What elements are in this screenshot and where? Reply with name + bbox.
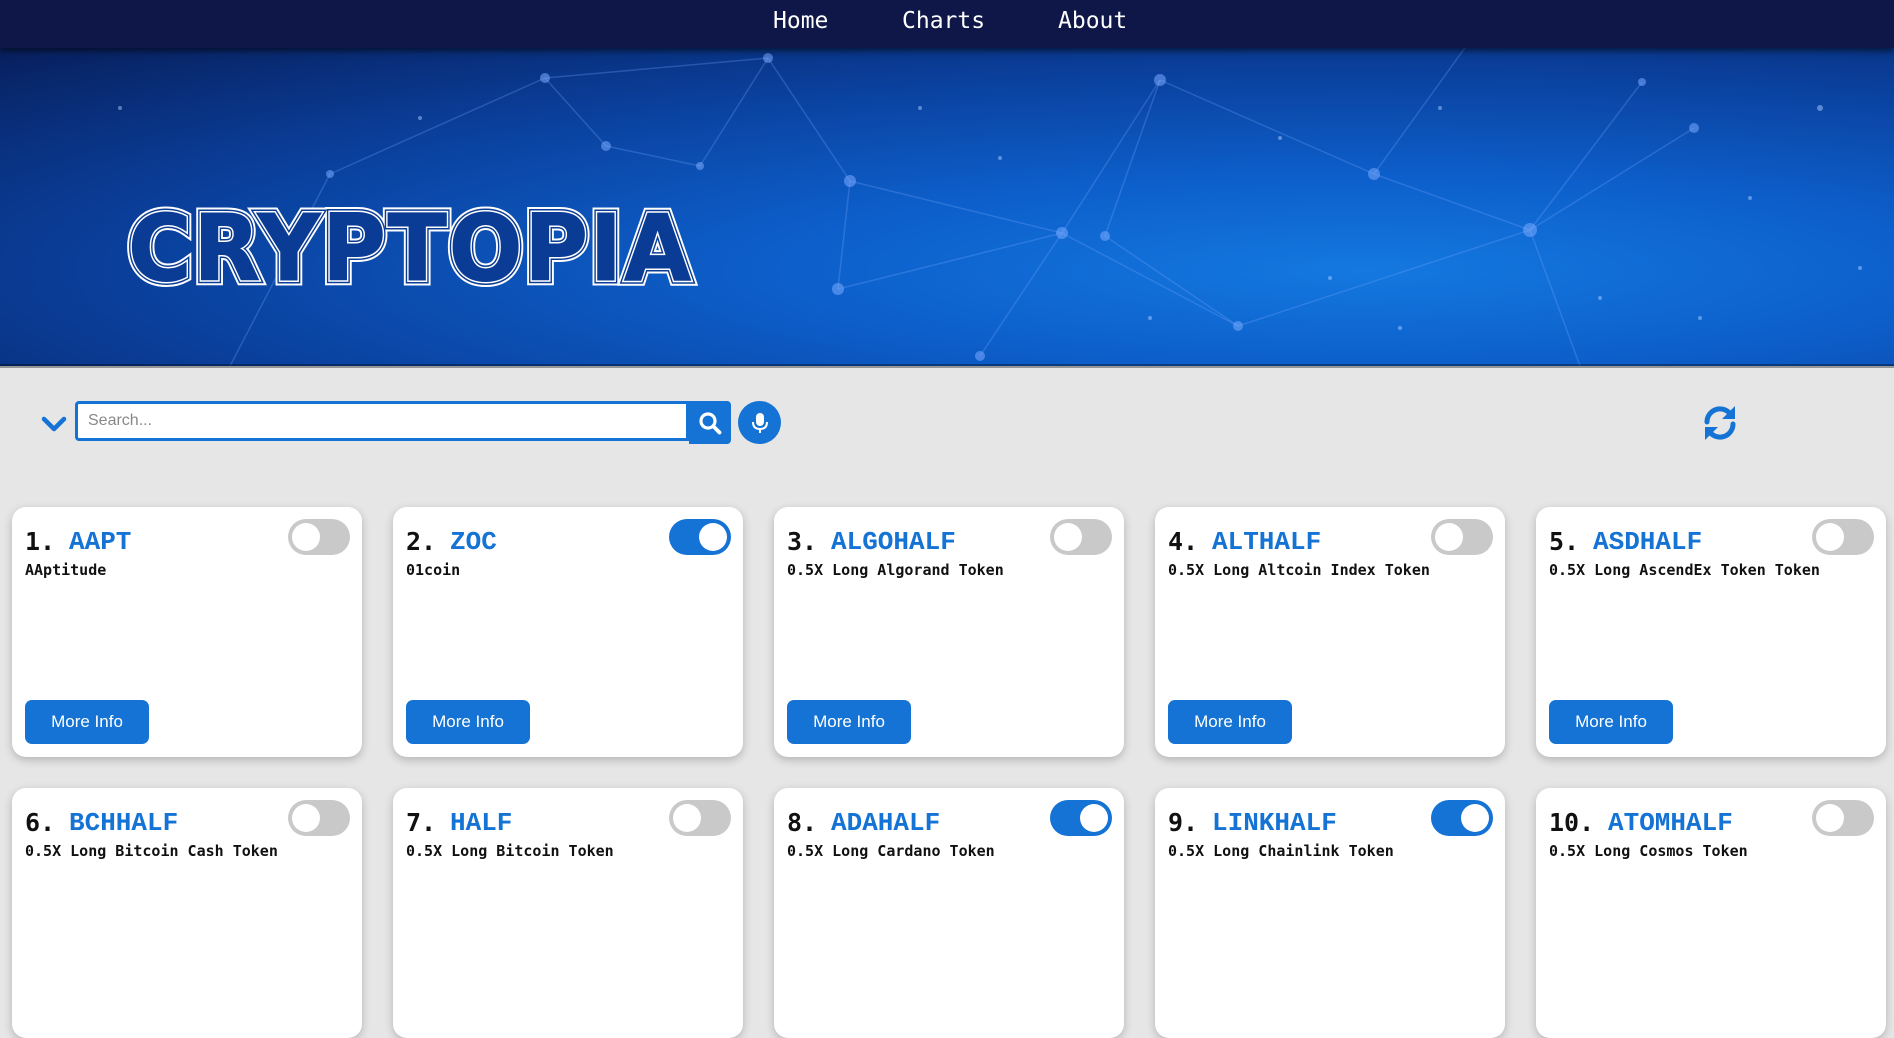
hero-banner: CRYPTOPIA CRYPTOPIA CRYPTOPIA CRYPTOPIA [0, 48, 1894, 366]
coin-card: 5. ASDHALF 0.5X Long AscendEx Token Toke… [1536, 507, 1886, 757]
more-info-button[interactable]: More Info [25, 700, 149, 744]
search-input[interactable] [75, 401, 689, 441]
coin-select-toggle[interactable] [288, 800, 350, 836]
coin-rank: 2. [406, 527, 437, 556]
nav-link-charts[interactable]: Charts [902, 8, 985, 34]
chevron-down-icon[interactable] [40, 410, 68, 438]
coin-card: 1. AAPT AAptitude More Info [12, 507, 362, 757]
toggle-knob [1816, 804, 1844, 832]
toggle-knob [1461, 804, 1489, 832]
coin-select-toggle[interactable] [288, 519, 350, 555]
more-info-button[interactable]: More Info [1168, 700, 1292, 744]
coin-rank: 3. [787, 527, 818, 556]
coin-card: 7. HALF 0.5X Long Bitcoin Token [393, 788, 743, 1038]
coin-name: 0.5X Long Bitcoin Cash Token [25, 842, 278, 860]
coin-select-toggle[interactable] [669, 800, 731, 836]
coin-name: 0.5X Long Bitcoin Token [406, 842, 614, 860]
coin-select-toggle[interactable] [669, 519, 731, 555]
coin-name: 0.5X Long Cosmos Token [1549, 842, 1748, 860]
coin-name: 0.5X Long Cardano Token [787, 842, 995, 860]
coin-symbol[interactable]: AAPT [69, 527, 131, 557]
coin-rank: 4. [1168, 527, 1199, 556]
more-info-button[interactable]: More Info [787, 700, 911, 744]
coin-select-toggle[interactable] [1050, 800, 1112, 836]
coin-symbol[interactable]: ADAHALF [831, 808, 940, 838]
more-info-button[interactable]: More Info [406, 700, 530, 744]
coin-symbol[interactable]: ALTHALF [1212, 527, 1321, 557]
microphone-icon [751, 412, 768, 433]
more-info-button[interactable]: More Info [1549, 700, 1673, 744]
search-icon [699, 411, 722, 434]
coin-select-toggle[interactable] [1431, 800, 1493, 836]
coin-select-toggle[interactable] [1812, 800, 1874, 836]
toggle-knob [699, 523, 727, 551]
toggle-knob [1080, 804, 1108, 832]
coin-card: 2. ZOC 01coin More Info [393, 507, 743, 757]
coin-symbol[interactable]: ZOC [450, 527, 497, 557]
coin-name: 0.5X Long Algorand Token [787, 561, 1004, 579]
coin-symbol[interactable]: HALF [450, 808, 512, 838]
coin-card: 3. ALGOHALF 0.5X Long Algorand Token Mor… [774, 507, 1124, 757]
top-navbar: Home Charts About [0, 0, 1894, 48]
coin-name: 0.5X Long Altcoin Index Token [1168, 561, 1430, 579]
coin-rank: 1. [25, 527, 56, 556]
coin-card: 6. BCHHALF 0.5X Long Bitcoin Cash Token [12, 788, 362, 1038]
toggle-knob [292, 523, 320, 551]
coin-rank: 8. [787, 808, 818, 837]
toggle-knob [1054, 523, 1082, 551]
coin-name: 01coin [406, 561, 461, 579]
coin-symbol[interactable]: ALGOHALF [831, 527, 956, 557]
coin-select-toggle[interactable] [1431, 519, 1493, 555]
svg-text:CRYPTOPIA: CRYPTOPIA [128, 200, 693, 290]
coin-card: 10. ATOMHALF 0.5X Long Cosmos Token [1536, 788, 1886, 1038]
coin-rank: 6. [25, 808, 56, 837]
coin-rank: 9. [1168, 808, 1199, 837]
coin-card: 9. LINKHALF 0.5X Long Chainlink Token [1155, 788, 1505, 1038]
toggle-knob [673, 804, 701, 832]
cryptopia-logo: CRYPTOPIA CRYPTOPIA CRYPTOPIA CRYPTOPIA [124, 200, 697, 290]
toggle-knob [1435, 523, 1463, 551]
toggle-knob [1816, 523, 1844, 551]
hero-divider [0, 364, 1894, 368]
voice-search-button[interactable] [738, 401, 781, 444]
coin-select-toggle[interactable] [1050, 519, 1112, 555]
search-button[interactable] [689, 401, 731, 444]
toggle-knob [292, 804, 320, 832]
nav-link-about[interactable]: About [1058, 8, 1127, 34]
coin-rank: 7. [406, 808, 437, 837]
coin-rank: 10. [1549, 808, 1595, 837]
nav-link-home[interactable]: Home [773, 8, 828, 34]
coin-card: 8. ADAHALF 0.5X Long Cardano Token [774, 788, 1124, 1038]
coin-name: AAptitude [25, 561, 107, 579]
coin-symbol[interactable]: LINKHALF [1212, 808, 1337, 838]
coin-card: 4. ALTHALF 0.5X Long Altcoin Index Token… [1155, 507, 1505, 757]
coin-symbol[interactable]: ATOMHALF [1608, 808, 1733, 838]
coin-name: 0.5X Long AscendEx Token Token [1549, 561, 1820, 579]
coin-name: 0.5X Long Chainlink Token [1168, 842, 1394, 860]
coin-rank: 5. [1549, 527, 1580, 556]
coin-symbol[interactable]: BCHHALF [69, 808, 178, 838]
refresh-icon[interactable] [1700, 403, 1740, 443]
coin-select-toggle[interactable] [1812, 519, 1874, 555]
coin-symbol[interactable]: ASDHALF [1593, 527, 1702, 557]
